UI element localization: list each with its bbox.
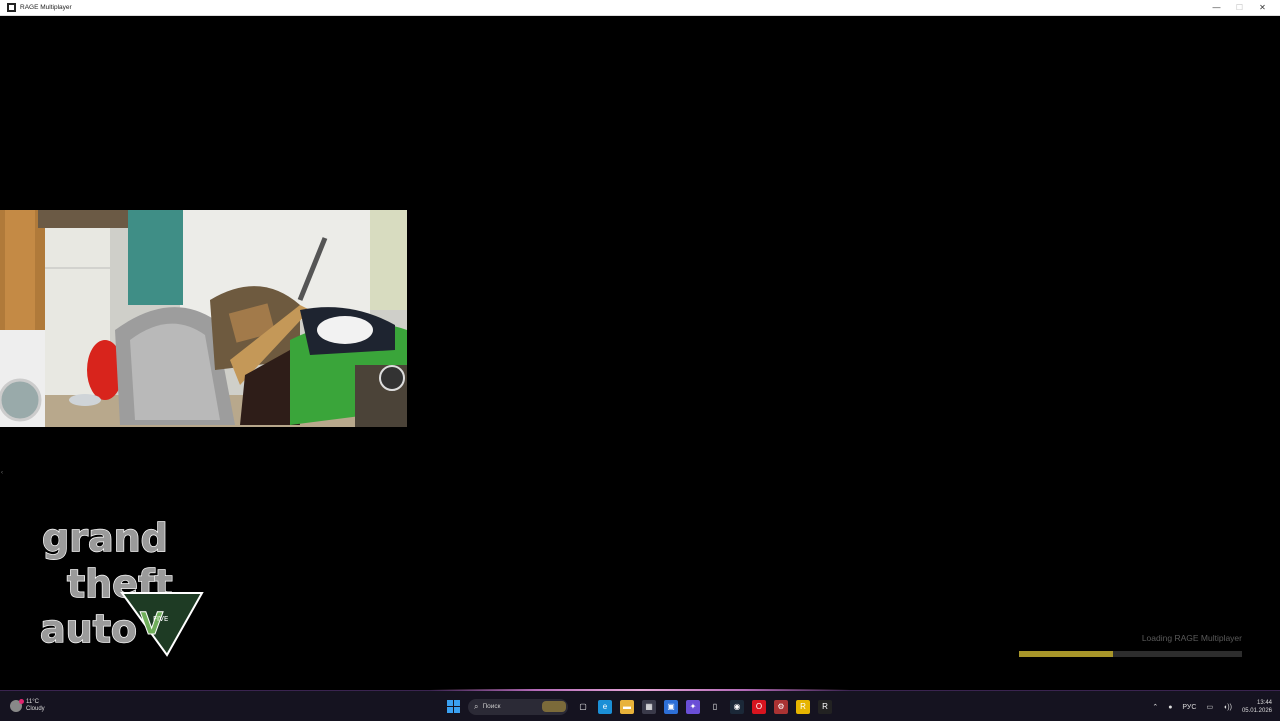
settings-icon[interactable]: ⚙ [774, 699, 788, 714]
file-explorer-icon[interactable]: ▬ [620, 699, 634, 714]
game-viewport[interactable]: ‹ grand theft auto V FIVE Loading RAGE M… [0, 16, 1280, 690]
rockstar-icon[interactable]: R [796, 699, 810, 714]
webcam-feed [0, 210, 407, 427]
file-icon[interactable]: ▯ [708, 700, 722, 714]
edge-icon[interactable]: e [598, 699, 612, 714]
logo-line-grand: grand [42, 516, 168, 560]
rage-mp-icon [7, 3, 16, 12]
logo-five: FIVE [153, 615, 168, 623]
logo-numeral: V [140, 607, 164, 642]
maximize-button[interactable]: ☐ [1228, 0, 1251, 15]
microphone-icon[interactable]: ● [1168, 704, 1172, 711]
clock-date: 05.01.2026 [1241, 708, 1272, 714]
tray-chevron-icon[interactable]: ⌃ [1152, 703, 1158, 711]
system-tray: ⌃ ● РУС ▭ ◖)) 13:44 05.01.2026 [1142, 697, 1272, 717]
weather-widget[interactable]: 11°C Cloudy [10, 699, 45, 713]
minimize-button[interactable]: — [1205, 0, 1228, 15]
weather-temp: 11°C [26, 699, 39, 705]
webcam-image [0, 210, 407, 427]
weather-condition: Cloudy [26, 706, 45, 712]
windows-start-icon[interactable] [446, 700, 460, 714]
window-titlebar[interactable]: RAGE Multiplayer — ☐ ✕ [0, 0, 1280, 16]
window-title: RAGE Multiplayer [20, 4, 72, 11]
display-icon[interactable]: ▭ [1206, 703, 1213, 711]
window-controls: — ☐ ✕ [1205, 0, 1274, 15]
opera-icon[interactable]: O [752, 699, 766, 714]
loading-status-text: Loading RAGE Multiplayer [1141, 633, 1242, 643]
store-icon[interactable]: ▦ [642, 699, 656, 714]
steam-icon[interactable]: ◉ [730, 699, 744, 714]
taskbar-search-box[interactable]: ⌕ Поиск [468, 698, 568, 715]
close-button[interactable]: ✕ [1251, 0, 1274, 15]
edge-indicator: ‹ [1, 470, 3, 476]
language-indicator[interactable]: РУС [1182, 704, 1196, 711]
loading-progress-fill [1019, 651, 1113, 657]
taskbar-clock[interactable]: 13:44 05.01.2026 [1242, 699, 1272, 715]
windows-taskbar: 11°C Cloudy ⌕ Поиск ▢ e ▬ ▦ ▣ ✦ ▯ ◉ O ⚙ R R ⌃ ● РУС… [0, 689, 1280, 721]
task-view-icon[interactable]: ▢ [576, 700, 590, 714]
logo-line-auto: auto [40, 607, 137, 651]
search-placeholder: Поиск [482, 703, 501, 710]
volume-icon[interactable]: ◖)) [1223, 704, 1232, 711]
gta-v-logo: grand theft auto V FIVE [40, 515, 204, 657]
search-icon: ⌕ [474, 701, 479, 711]
app-window-icon[interactable]: ▣ [664, 699, 678, 714]
search-highlight-icon [542, 701, 566, 712]
loading-progress-bar [1019, 651, 1242, 657]
copilot-icon[interactable]: ✦ [686, 699, 700, 714]
cloudy-weather-icon [10, 699, 24, 712]
taskbar-apps: ⌕ Поиск ▢ e ▬ ▦ ▣ ✦ ▯ ◉ O ⚙ R R [446, 698, 840, 715]
clock-time: 13:44 [1256, 700, 1272, 706]
rage-mp-icon[interactable]: R [818, 699, 832, 714]
